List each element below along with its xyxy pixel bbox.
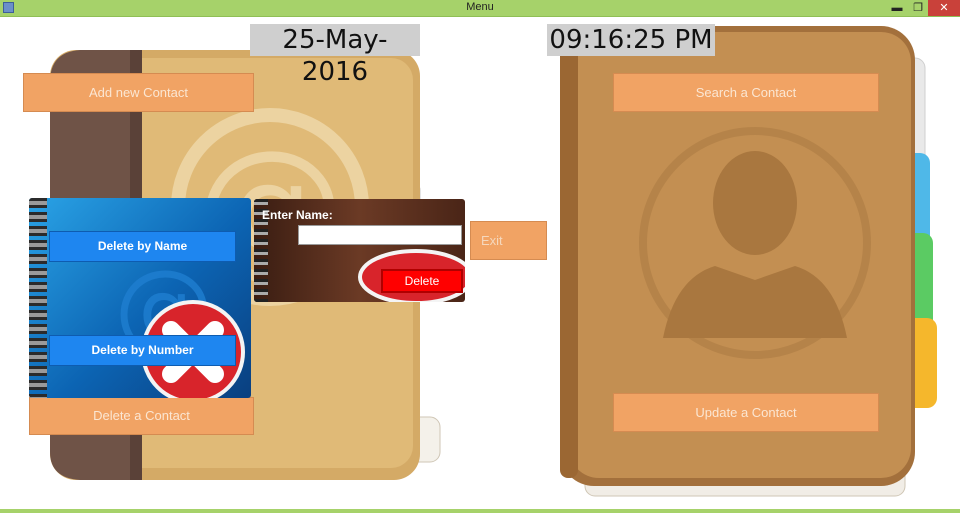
delete-by-name-dialog: Enter Name: Delete [254, 199, 465, 302]
date-display: 25-May-2016 [250, 24, 420, 87]
exit-button[interactable]: Exit [470, 221, 547, 260]
close-button[interactable]: ✕ [928, 0, 960, 16]
enter-name-label: Enter Name: [262, 208, 333, 222]
time-display: 09:16:25 PM [547, 24, 715, 56]
add-contact-button[interactable]: Add new Contact [23, 73, 254, 112]
delete-by-name-button[interactable]: Delete by Name [49, 231, 236, 262]
delete-button[interactable]: Delete [381, 269, 463, 293]
update-contact-button[interactable]: Update a Contact [613, 393, 879, 432]
minimize-button[interactable]: ▬ [886, 0, 908, 16]
binder-spiral [29, 198, 47, 398]
maximize-button[interactable]: ❐ [908, 0, 928, 16]
name-input[interactable] [298, 225, 462, 245]
delete-by-number-button[interactable]: Delete by Number [49, 335, 236, 366]
window-bottom-border [0, 509, 960, 513]
search-contact-button[interactable]: Search a Contact [613, 73, 879, 112]
delete-options-panel: @ Delete by Name Delete by Number [29, 198, 251, 398]
title-bar: Menu ▬ ❐ ✕ [0, 0, 960, 17]
delete-contact-button[interactable]: Delete a Contact [29, 397, 254, 435]
window-title: Menu [466, 1, 494, 13]
